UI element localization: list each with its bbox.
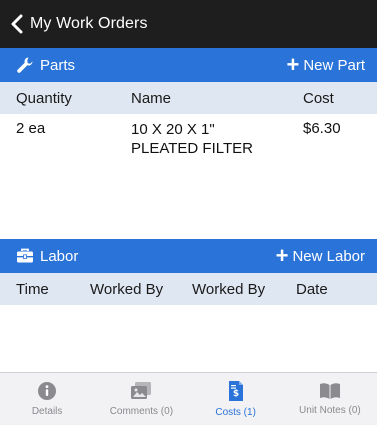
row-name: 10 X 20 X 1" PLEATED FILTER	[131, 120, 253, 158]
col-time: Time	[16, 280, 49, 298]
tab-comments[interactable]: Comments (0)	[94, 373, 188, 425]
col-worked-by-2: Worked By	[192, 280, 266, 298]
top-nav-bar: My Work Orders	[0, 0, 377, 48]
parts-title: Parts	[40, 56, 76, 74]
bottom-tab-bar: Details Comments (0) $ Costs (1) Unit No…	[0, 372, 377, 425]
back-label: My Work Orders	[30, 15, 148, 32]
col-quantity: Quantity	[16, 89, 72, 107]
wrench-icon	[17, 57, 33, 73]
new-labor-button[interactable]: + New Labor	[276, 245, 377, 267]
tab-costs-label: Costs (1)	[215, 407, 256, 418]
row-cost: $6.30	[303, 120, 341, 137]
row-quantity: 2 ea	[16, 120, 46, 137]
table-row[interactable]: 2 ea 10 X 20 X 1" PLEATED FILTER $6.30	[0, 120, 377, 166]
invoice-icon: $	[228, 381, 243, 401]
plus-icon: +	[275, 243, 289, 268]
col-date: Date	[296, 280, 328, 298]
tab-comments-label: Comments (0)	[109, 406, 174, 417]
back-button[interactable]: My Work Orders	[0, 14, 148, 34]
parts-column-header: Quantity Name Cost	[0, 82, 377, 114]
tab-unit-notes[interactable]: Unit Notes (0)	[283, 373, 377, 425]
svg-text:$: $	[232, 389, 238, 399]
book-icon	[319, 383, 340, 399]
toolbox-icon	[17, 248, 33, 263]
new-part-button[interactable]: + New Part	[286, 54, 377, 76]
col-worked-by-1: Worked By	[90, 280, 164, 298]
col-cost: Cost	[303, 89, 334, 107]
tab-details[interactable]: Details	[0, 373, 94, 425]
plus-icon: +	[286, 52, 300, 77]
labor-column-header: Time Worked By Worked By Date	[0, 273, 377, 305]
row-name-line1: 10 X 20 X 1"	[131, 121, 215, 138]
tab-details-label: Details	[31, 406, 63, 417]
new-labor-label: New Labor	[292, 247, 365, 265]
labor-title: Labor	[40, 247, 79, 265]
tab-costs[interactable]: $ Costs (1)	[189, 373, 283, 425]
chevron-left-icon	[11, 14, 23, 34]
info-icon	[38, 382, 57, 400]
row-name-line2: PLEATED FILTER	[131, 140, 253, 157]
tab-unit-notes-label: Unit Notes (0)	[299, 405, 361, 416]
col-name: Name	[131, 89, 172, 107]
photo-icon	[131, 382, 152, 399]
labor-section-header: Labor + New Labor	[0, 239, 377, 273]
parts-section-header: Parts + New Part	[0, 48, 377, 82]
new-part-label: New Part	[303, 56, 365, 74]
